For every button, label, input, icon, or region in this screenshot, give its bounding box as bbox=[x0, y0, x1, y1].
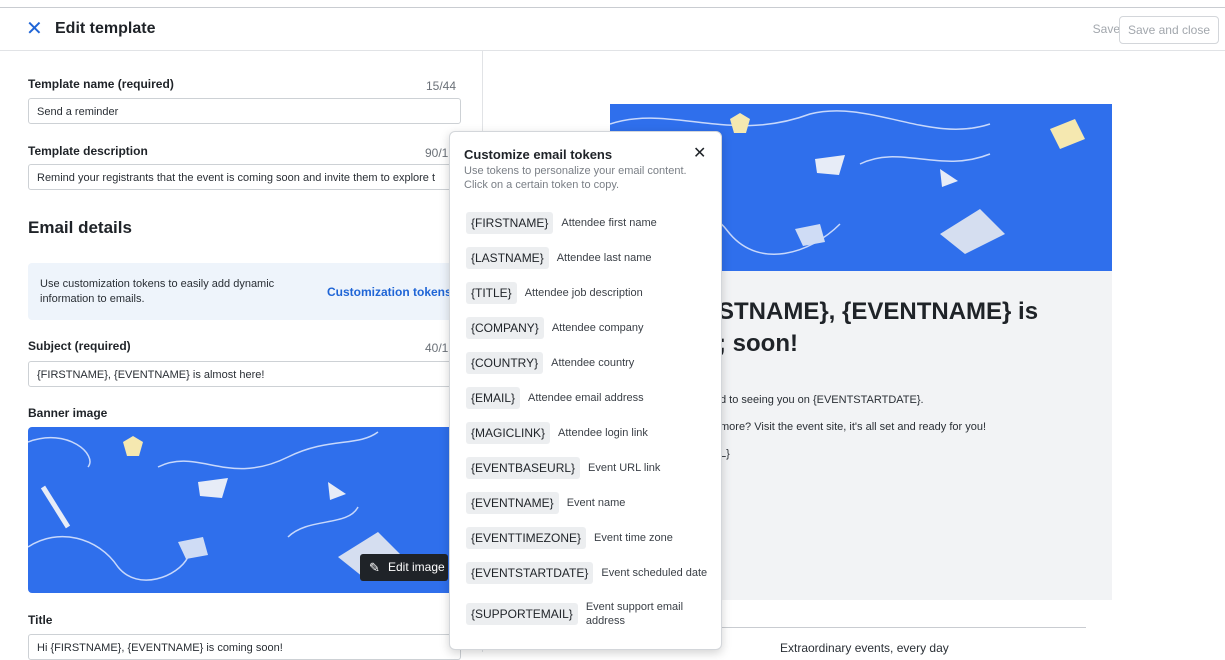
email-details-heading: Email details bbox=[28, 218, 132, 237]
token-row-firstname[interactable]: {FIRSTNAME} Attendee first name bbox=[466, 212, 657, 234]
token-description: Event support email address bbox=[585, 601, 684, 627]
edit-form: Template name (required) 15/44 Send a re… bbox=[28, 50, 463, 660]
token-chip[interactable]: {EVENTNAME} bbox=[466, 492, 559, 514]
page-title: Edit template bbox=[55, 20, 156, 37]
save-button[interactable]: Save bbox=[1093, 22, 1120, 36]
subject-counter: 40/1 bbox=[425, 341, 449, 355]
banner-image: ✎ Edit image bbox=[28, 427, 463, 593]
token-chip[interactable]: {EVENTBASEURL} bbox=[466, 457, 581, 479]
token-row-eventname[interactable]: {EVENTNAME} Event name bbox=[466, 492, 625, 514]
token-description: Attendee job description bbox=[524, 287, 643, 299]
preview-body-line2: more? Visit the event site, it's all set… bbox=[720, 421, 987, 433]
token-description: Attendee login link bbox=[558, 427, 648, 439]
close-icon[interactable]: ✕ bbox=[26, 18, 43, 40]
popover-description: Use tokens to personalize your email con… bbox=[464, 165, 687, 191]
token-chip[interactable]: {SUPPORTEMAIL} bbox=[466, 603, 578, 625]
preview-body-line1: d to seeing you on {EVENTSTARTDATE}. bbox=[720, 394, 924, 406]
template-description-label: Template description bbox=[28, 144, 148, 158]
token-description: Event name bbox=[566, 497, 626, 509]
template-name-input[interactable]: Send a reminder bbox=[28, 98, 461, 124]
popover-title: Customize email tokens bbox=[464, 147, 613, 162]
tokens-info-text: Use customization tokens to easily add d… bbox=[40, 278, 275, 305]
token-chip[interactable]: {COMPANY} bbox=[466, 317, 544, 339]
template-description-counter: 90/1 bbox=[425, 146, 449, 160]
tokens-info-box: Use customization tokens to easily add d… bbox=[28, 263, 463, 320]
title-input[interactable]: Hi {FIRSTNAME}, {EVENTNAME} is coming so… bbox=[28, 634, 461, 660]
token-row-supportemail[interactable]: {SUPPORTEMAIL} Event support email addres… bbox=[466, 600, 706, 627]
header-bar: ✕ Edit template Save Save and close bbox=[0, 8, 1225, 51]
token-description: Event time zone bbox=[594, 532, 673, 544]
banner-image-label: Banner image bbox=[28, 406, 108, 420]
token-row-email[interactable]: {EMAIL} Attendee email address bbox=[466, 387, 644, 409]
token-chip[interactable]: {TITLE} bbox=[466, 282, 517, 304]
token-chip[interactable]: {MAGICLINK} bbox=[466, 422, 551, 444]
token-row-lastname[interactable]: {LASTNAME} Attendee last name bbox=[466, 247, 652, 269]
subject-input[interactable]: {FIRSTNAME}, {EVENTNAME} is almost here! bbox=[28, 361, 461, 387]
email-tokens-popover: Customize email tokens ✕ Use tokens to p… bbox=[449, 131, 722, 650]
token-row-country[interactable]: {COUNTRY} Attendee country bbox=[466, 352, 634, 374]
token-description: Event URL link bbox=[588, 462, 661, 474]
token-description: Attendee first name bbox=[561, 217, 657, 229]
token-row-company[interactable]: {COMPANY} Attendee company bbox=[466, 317, 644, 339]
token-row-eventstartdate[interactable]: {EVENTSTARTDATE} Event scheduled date bbox=[466, 562, 707, 584]
customization-tokens-link[interactable]: Customization tokens bbox=[327, 285, 452, 299]
token-chip[interactable]: {EVENTTIMEZONE} bbox=[466, 527, 587, 549]
token-chip[interactable]: {FIRSTNAME} bbox=[466, 212, 554, 234]
pencil-icon: ✎ bbox=[369, 560, 380, 575]
token-row-eventbaseurl[interactable]: {EVENTBASEURL} Event URL link bbox=[466, 457, 660, 479]
preview-footer-text: Extraordinary events, every day bbox=[780, 641, 949, 655]
token-row-magiclink[interactable]: {MAGICLINK} Attendee login link bbox=[466, 422, 648, 444]
token-chip[interactable]: {EVENTSTARTDATE} bbox=[466, 562, 594, 584]
close-icon[interactable]: ✕ bbox=[693, 143, 706, 163]
template-name-counter: 15/44 bbox=[426, 79, 457, 93]
edit-image-button[interactable]: ✎ Edit image bbox=[360, 554, 448, 581]
token-row-eventtimezone[interactable]: {EVENTTIMEZONE} Event time zone bbox=[466, 527, 673, 549]
token-description: Event scheduled date bbox=[601, 567, 708, 579]
token-description: Attendee email address bbox=[528, 392, 644, 404]
token-description: Attendee country bbox=[551, 357, 635, 369]
template-description-input[interactable]: Remind your registrants that the event i… bbox=[28, 164, 461, 190]
token-description: Attendee company bbox=[551, 322, 644, 334]
token-chip[interactable]: {COUNTRY} bbox=[466, 352, 544, 374]
subject-label: Subject (required) bbox=[28, 339, 131, 353]
template-name-label: Template name (required) bbox=[28, 77, 174, 91]
token-description: Attendee last name bbox=[556, 252, 652, 264]
token-chip[interactable]: {EMAIL} bbox=[466, 387, 521, 409]
token-row-title[interactable]: {TITLE} Attendee job description bbox=[466, 282, 643, 304]
edit-image-label: Edit image bbox=[388, 560, 445, 574]
save-and-close-button[interactable]: Save and close bbox=[1118, 16, 1219, 44]
title-label: Title bbox=[28, 613, 53, 627]
token-chip[interactable]: {LASTNAME} bbox=[466, 247, 549, 269]
